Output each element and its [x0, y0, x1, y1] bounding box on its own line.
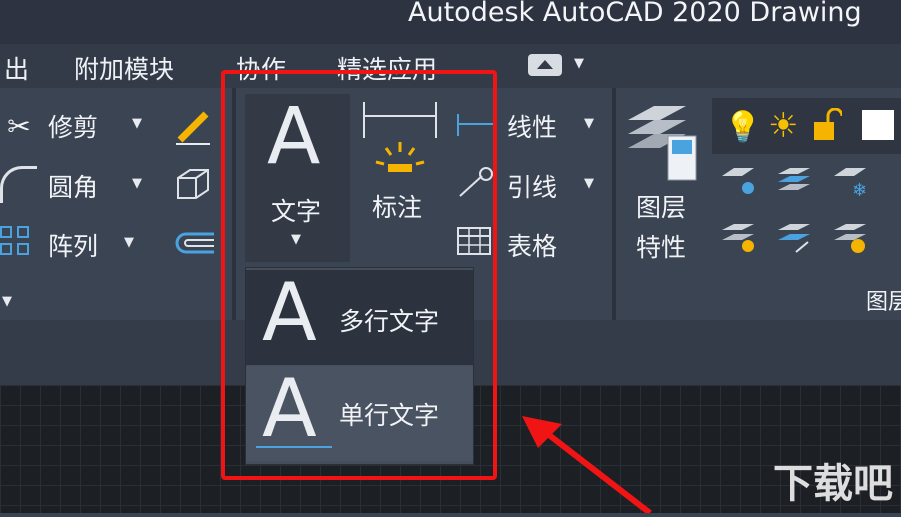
baseline-line — [256, 446, 332, 448]
title-bar: Autodesk AutoCAD 2020 Drawing — [0, 0, 901, 44]
offset-icon[interactable] — [172, 228, 216, 258]
multiline-text-item[interactable]: A 多行文字 — [246, 266, 473, 365]
trim-dropdown-icon[interactable]: ▼ — [132, 116, 142, 131]
array-grid-icon[interactable] — [0, 226, 32, 258]
menu-item-output[interactable]: 出 — [4, 50, 29, 86]
layer-properties-label-2[interactable]: 特性 — [636, 228, 686, 264]
layer-off-icon[interactable] — [718, 220, 758, 256]
layer-isolate-icon[interactable] — [718, 164, 758, 200]
menu-item-featured-apps[interactable]: 精选应用 — [337, 50, 437, 86]
menu-bar: 出 附加模块 协作 精选应用 ▼ — [0, 44, 901, 88]
modify-panel-expand-icon[interactable]: ▼ — [2, 294, 12, 309]
layer-freeze-icon[interactable]: ❄ — [830, 164, 870, 201]
multiline-text-label: 多行文字 — [339, 307, 440, 336]
svg-text:❄: ❄ — [852, 180, 867, 200]
array-dropdown-icon[interactable]: ▼ — [124, 235, 134, 250]
single-line-text-label: 单行文字 — [339, 401, 440, 430]
text-dropdown-icon[interactable]: ▼ — [291, 232, 301, 247]
panel-separator — [612, 88, 616, 320]
fillet-dropdown-icon[interactable]: ▼ — [132, 176, 142, 191]
text-dropdown-menu: A 多行文字 A 单行文字 — [245, 266, 474, 465]
array-label[interactable]: 阵列 — [48, 227, 98, 263]
trim-label[interactable]: 修剪 — [48, 108, 98, 144]
scissors-icon[interactable]: ✂ — [2, 108, 36, 144]
panel-separator — [232, 88, 236, 320]
chevron-down-icon[interactable]: ▼ — [574, 56, 584, 71]
linear-dropdown-icon[interactable]: ▼ — [584, 116, 594, 131]
layer-match-icon[interactable] — [774, 164, 814, 200]
workspace-switch-button[interactable] — [528, 54, 562, 76]
menu-item-collaborate[interactable]: 协作 — [236, 50, 286, 86]
text-button[interactable]: A 文字 ▼ — [245, 92, 350, 262]
layer-properties-icon[interactable] — [624, 98, 700, 186]
dimension-label[interactable]: 标注 — [372, 188, 422, 224]
layer-color-swatch[interactable] — [862, 110, 894, 140]
table-label[interactable]: 表格 — [507, 227, 557, 263]
layer-dropdown[interactable]: 💡 ☀ — [712, 98, 901, 154]
text-a-icon: A — [267, 92, 321, 182]
layer-properties-label-1[interactable]: 图层 — [636, 188, 686, 224]
single-line-text-item[interactable]: A 单行文字 — [246, 362, 473, 461]
menu-item-addins[interactable]: 附加模块 — [74, 50, 174, 86]
window-title: Autodesk AutoCAD 2020 Drawing — [408, 0, 862, 28]
text-a-icon: A — [262, 362, 317, 455]
leader-dropdown-icon[interactable]: ▼ — [584, 176, 594, 191]
triangle-up-icon — [537, 60, 553, 69]
text-button-label: 文字 — [271, 197, 322, 226]
sun-icon[interactable]: ☀ — [768, 106, 798, 146]
fillet-icon[interactable] — [0, 166, 37, 203]
leader-icon[interactable] — [456, 166, 496, 202]
pencil-icon[interactable] — [172, 106, 214, 146]
unlock-icon[interactable] — [812, 107, 844, 142]
layer-thaw-icon[interactable] — [830, 220, 870, 256]
linear-label[interactable]: 线性 — [507, 108, 557, 144]
fillet-label[interactable]: 圆角 — [48, 168, 98, 204]
3d-box-icon[interactable] — [172, 164, 212, 204]
linear-dim-icon[interactable] — [456, 110, 496, 140]
dimension-icon[interactable] — [360, 98, 440, 182]
layers-panel-title[interactable]: 图层 — [866, 284, 901, 316]
red-arrow-icon — [516, 414, 656, 516]
lightbulb-icon[interactable]: 💡 — [724, 110, 761, 145]
table-icon[interactable] — [456, 226, 492, 256]
layer-current-icon[interactable] — [774, 220, 814, 256]
text-a-icon: A — [262, 266, 317, 359]
leader-label[interactable]: 引线 — [507, 168, 557, 204]
watermark: 下载吧 — [773, 461, 893, 507]
